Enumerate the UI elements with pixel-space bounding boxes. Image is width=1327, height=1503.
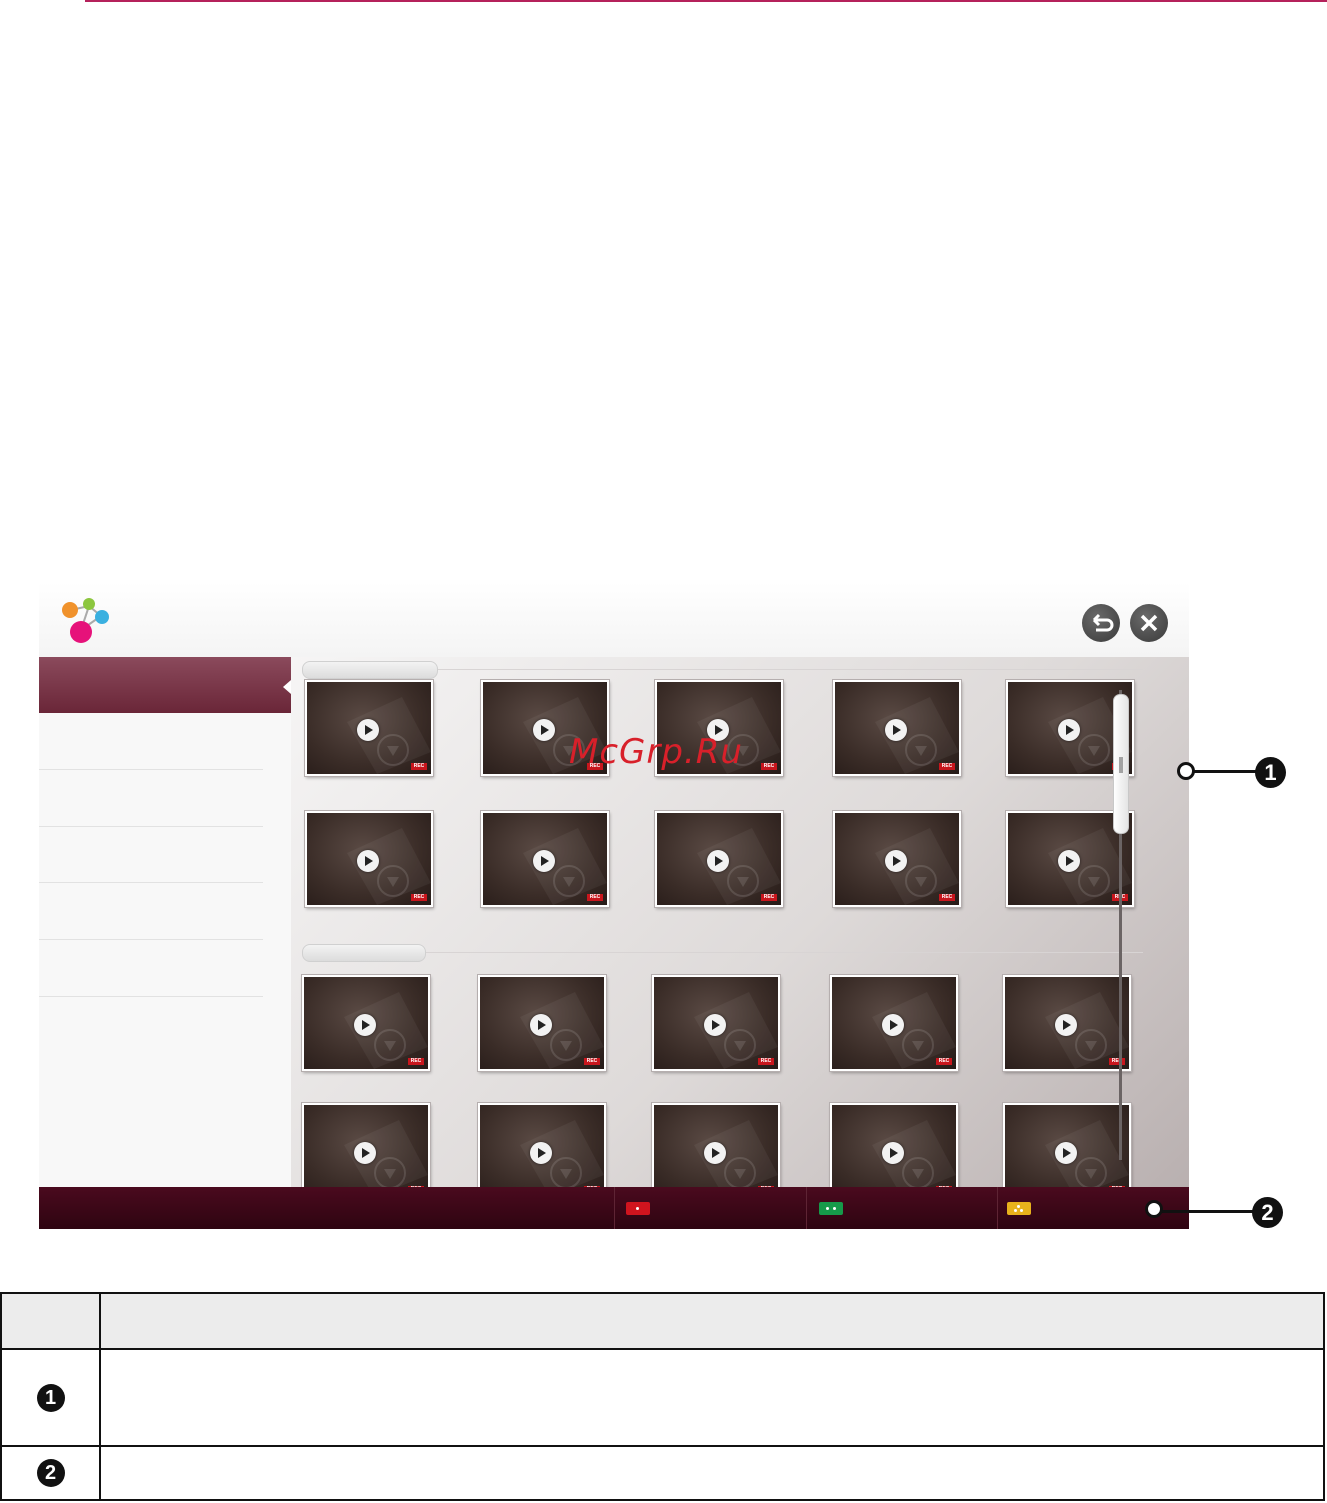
table-header-row (0, 1292, 1325, 1350)
play-icon (704, 1014, 726, 1036)
play-icon (704, 1142, 726, 1164)
video-thumbnail[interactable]: REC (305, 680, 433, 776)
play-icon (1058, 850, 1080, 872)
play-icon (882, 1142, 904, 1164)
play-icon (885, 850, 907, 872)
play-icon (533, 850, 555, 872)
video-thumbnail[interactable]: REC (305, 811, 433, 907)
rec-badge: REC (936, 1058, 952, 1065)
row-number-badge: 2 (36, 1459, 65, 1487)
play-icon (1058, 719, 1080, 741)
video-thumbnail[interactable]: REC (1003, 1103, 1131, 1187)
sidebar-item[interactable] (39, 883, 263, 940)
play-icon (530, 1014, 552, 1036)
video-thumbnail[interactable]: REC (478, 1103, 606, 1187)
rec-badge: REC (411, 763, 427, 770)
sidebar-item[interactable] (39, 770, 263, 827)
table-row: 2 (0, 1445, 1325, 1501)
video-thumbnail[interactable]: REC (830, 1103, 958, 1187)
play-icon (1055, 1142, 1077, 1164)
rec-badge: REC (939, 894, 955, 901)
footer-bar (39, 1187, 1189, 1229)
header-bar (39, 582, 1189, 658)
play-icon (707, 850, 729, 872)
rec-badge: REC (1109, 1058, 1125, 1065)
rec-badge: REC (587, 894, 603, 901)
red-key-button[interactable] (626, 1202, 650, 1215)
rec-badge: REC (761, 763, 777, 770)
tv-screen: REC REC REC REC REC REC REC REC REC REC REC REC REC R… (39, 582, 1189, 1229)
video-thumbnail[interactable]: REC (655, 811, 783, 907)
table-cell-description (99, 1348, 1325, 1447)
table-cell-description (99, 1445, 1325, 1501)
top-rule (85, 0, 1327, 2)
watermark: McGrp.Ru (569, 732, 743, 772)
play-icon (533, 719, 555, 741)
video-thumbnail[interactable]: REC (478, 975, 606, 1071)
video-thumbnail[interactable]: REC (1003, 975, 1131, 1071)
table-header-cell (0, 1292, 101, 1350)
rec-badge: REC (758, 1058, 774, 1065)
table-row: 1 (0, 1348, 1325, 1447)
rec-badge: REC (761, 894, 777, 901)
play-icon (357, 719, 379, 741)
video-thumbnail[interactable]: REC (652, 1103, 780, 1187)
table-header-cell (99, 1292, 1325, 1350)
scrollbar-thumb[interactable] (1113, 694, 1129, 834)
video-thumbnail[interactable]: REC (652, 975, 780, 1071)
play-icon (882, 1014, 904, 1036)
green-key-button[interactable] (819, 1202, 843, 1215)
sidebar-item-active[interactable] (39, 657, 291, 713)
footer-divider (997, 1187, 998, 1229)
group-divider (426, 952, 1143, 953)
app-logo-icon (62, 598, 109, 643)
group-header (302, 944, 426, 962)
callout-dot-1 (1177, 762, 1195, 780)
sidebar-item[interactable] (39, 713, 263, 770)
footer-divider (806, 1187, 807, 1229)
play-icon (885, 719, 907, 741)
rec-badge: REC (411, 894, 427, 901)
rec-badge: REC (939, 763, 955, 770)
yellow-key-button[interactable] (1007, 1202, 1031, 1215)
video-thumbnail[interactable]: REC (302, 1103, 430, 1187)
callout-line-2 (1155, 1210, 1255, 1213)
rec-badge: REC (408, 1058, 424, 1065)
group-header (302, 661, 438, 679)
play-icon (357, 850, 379, 872)
selection-pointer (283, 680, 291, 694)
group-divider (438, 669, 1143, 670)
back-icon (1092, 613, 1114, 632)
description-table: 1 2 (0, 1292, 1325, 1501)
close-button[interactable] (1130, 604, 1168, 642)
video-thumbnail[interactable]: REC (830, 975, 958, 1071)
back-button[interactable] (1082, 604, 1120, 642)
play-icon (354, 1142, 376, 1164)
rec-badge: REC (584, 1058, 600, 1065)
row-number-badge: 1 (36, 1383, 65, 1412)
video-thumbnail[interactable]: REC (481, 811, 609, 907)
play-icon (354, 1014, 376, 1036)
sidebar (39, 657, 291, 1187)
video-thumbnail[interactable]: REC (833, 811, 961, 907)
play-icon (1055, 1014, 1077, 1036)
grip-icon (1119, 757, 1123, 773)
footer-divider (614, 1187, 615, 1229)
video-thumbnail[interactable]: REC (302, 975, 430, 1071)
play-icon (530, 1142, 552, 1164)
callout-line-1 (1186, 770, 1258, 773)
callout-dot-2 (1145, 1200, 1163, 1218)
sidebar-item[interactable] (39, 940, 263, 997)
sidebar-item[interactable] (39, 827, 263, 883)
close-icon (1140, 614, 1158, 632)
table-cell-number: 2 (0, 1445, 101, 1501)
callout-number-2: 2 (1252, 1197, 1283, 1228)
table-cell-number: 1 (0, 1348, 101, 1447)
callout-number-1: 1 (1255, 757, 1286, 788)
video-thumbnail[interactable]: REC (833, 680, 961, 776)
